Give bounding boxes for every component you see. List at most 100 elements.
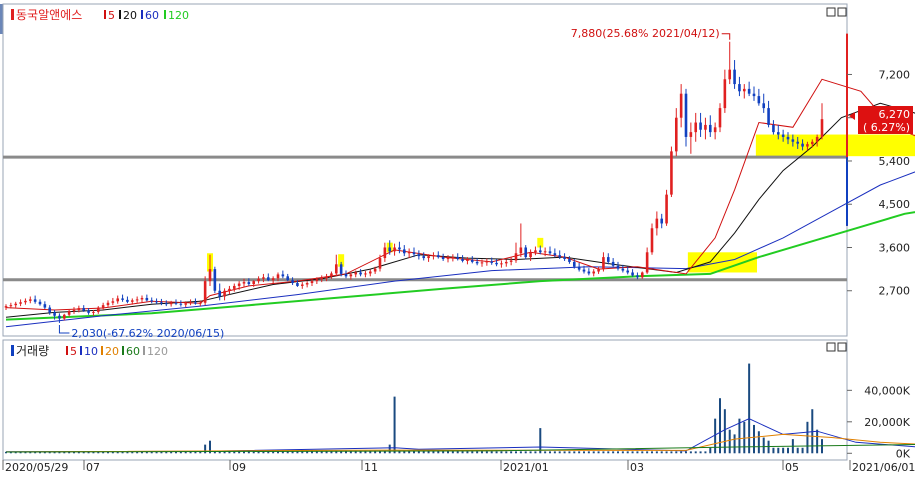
candle: [130, 300, 134, 302]
candle: [213, 269, 217, 291]
candle: [111, 301, 115, 303]
candle: [514, 253, 518, 261]
x-tick-label: 2020/05/29: [5, 461, 68, 474]
candle: [315, 279, 319, 282]
candle: [349, 274, 353, 277]
candle: [305, 283, 309, 285]
candle: [398, 247, 401, 250]
volume-bar: [534, 451, 537, 454]
volume-bar: [383, 451, 386, 454]
candle: [558, 255, 562, 258]
candle: [572, 261, 576, 267]
candle: [62, 314, 66, 319]
volume-bar: [587, 451, 590, 454]
volume-bar: [393, 396, 396, 454]
volume-bar: [505, 451, 508, 454]
candle: [320, 278, 324, 280]
candle: [325, 276, 328, 279]
candle: [470, 259, 474, 262]
candle: [96, 307, 100, 312]
volume-bar: [461, 451, 464, 454]
minimize-icon[interactable]: [826, 342, 836, 352]
volume-bar: [539, 428, 542, 454]
candle: [704, 124, 707, 130]
volume-bar: [408, 451, 411, 454]
volume-bar: [592, 451, 595, 454]
candle: [461, 259, 464, 261]
candle: [538, 250, 542, 253]
volume-bar: [806, 421, 809, 454]
candle: [164, 303, 168, 305]
candle: [674, 117, 678, 152]
candle: [24, 300, 27, 303]
candle: [451, 257, 455, 259]
candle: [43, 304, 47, 308]
candle: [291, 280, 294, 284]
candle: [645, 252, 649, 273]
candle: [92, 311, 95, 313]
x-tick-label: 11: [364, 461, 378, 474]
stock-chart: 7,2006,3005,4004,5003,6002,700 7,880(25.…: [2, 3, 915, 474]
price-tick-label: 5,400: [879, 155, 911, 168]
candle: [101, 305, 105, 308]
volume-bar: [655, 451, 658, 454]
volume-bar: [597, 451, 600, 454]
volume-bar: [519, 451, 522, 454]
minimize-icon[interactable]: [826, 7, 836, 17]
candle: [388, 247, 392, 252]
volume-bar: [641, 451, 644, 454]
volume-bar: [485, 451, 488, 454]
volume-bar: [403, 451, 406, 454]
candle: [354, 272, 358, 275]
volume-bar: [515, 451, 517, 454]
volume-bar: [544, 451, 547, 454]
candle: [252, 281, 256, 285]
legend-vma10: 10: [84, 345, 98, 358]
candle: [490, 261, 494, 263]
volume-bar: [500, 451, 503, 454]
candle: [621, 268, 625, 271]
candle: [728, 69, 732, 80]
candle: [708, 124, 712, 133]
candle: [791, 139, 795, 142]
candle: [53, 312, 56, 316]
candle: [606, 257, 610, 262]
candle: [762, 103, 766, 109]
volume-bar: [456, 451, 459, 454]
volume-bar: [651, 451, 653, 454]
volume-bar: [689, 451, 692, 454]
candle: [334, 264, 338, 274]
x-tick-label: 05: [785, 461, 799, 474]
price-tick-label: 4,500: [879, 198, 911, 211]
candle: [237, 283, 241, 286]
price-tick-label: 7,200: [879, 68, 911, 81]
candle: [500, 263, 503, 265]
volume-tick-label: 20,000K: [864, 416, 910, 429]
candle: [723, 79, 727, 109]
volume-bar: [583, 451, 585, 454]
candle: [19, 302, 22, 304]
volume-bar: [762, 437, 765, 454]
volume-bar: [490, 451, 493, 454]
candle: [655, 218, 659, 229]
candle: [373, 268, 377, 272]
volume-bar: [816, 429, 819, 454]
maximize-icon[interactable]: [837, 342, 847, 352]
price-pointer-icon: [849, 112, 855, 120]
candle: [218, 290, 222, 297]
candle: [145, 297, 149, 301]
maximize-icon[interactable]: [837, 7, 847, 17]
volume-bar: [379, 451, 381, 454]
candle: [262, 277, 265, 279]
volume-bar: [398, 451, 401, 454]
candle: [194, 302, 197, 304]
candle: [402, 249, 406, 254]
candle: [189, 302, 192, 304]
candle: [563, 257, 566, 260]
candle: [184, 303, 188, 305]
volume-bar: [801, 447, 804, 454]
candle: [228, 288, 231, 291]
candle: [524, 247, 528, 258]
candle: [271, 278, 275, 281]
candle: [495, 262, 498, 265]
